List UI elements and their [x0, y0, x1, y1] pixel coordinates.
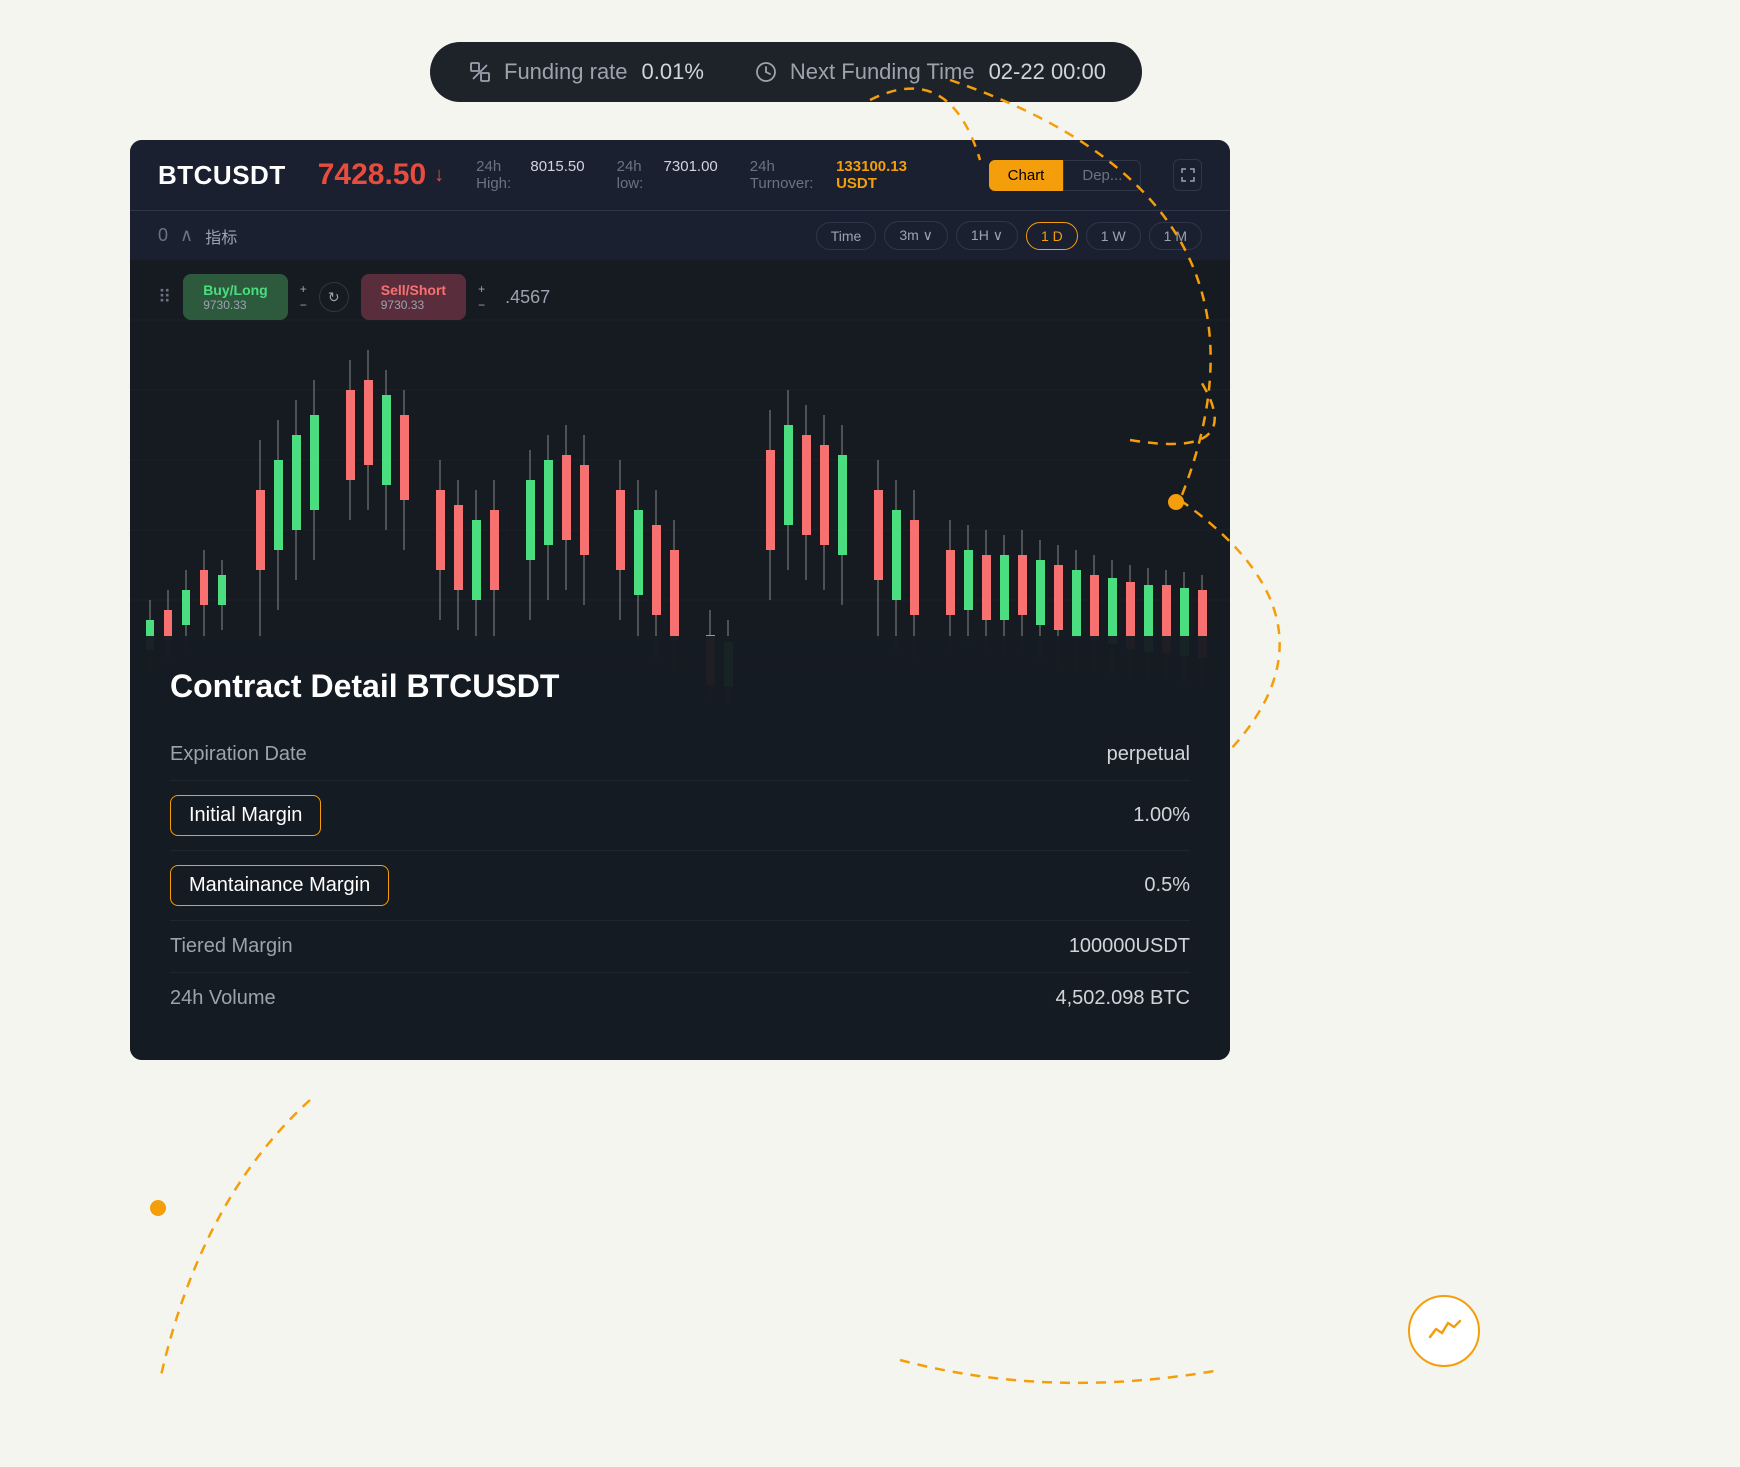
- time-btn-3m[interactable]: 3m ∨: [884, 221, 948, 250]
- panel-header: BTCUSDT 7428.50 ↓ 24h High: 8015.50 24h …: [130, 140, 1230, 210]
- sell-short-button[interactable]: Sell/Short 9730.33: [361, 274, 466, 320]
- contract-expiration-value: perpetual: [1107, 743, 1190, 766]
- order-buttons: ⠿ Buy/Long 9730.33 + − ↻ Sell/Short 9730…: [158, 274, 550, 320]
- contract-row-tiered-margin: Tiered Margin 100000USDT: [170, 921, 1190, 973]
- trading-panel: BTCUSDT 7428.50 ↓ 24h High: 8015.50 24h …: [130, 140, 1230, 1060]
- contract-maintenance-margin-value: 0.5%: [1144, 874, 1190, 897]
- buy-controls: + −: [300, 282, 307, 313]
- clock-icon: [752, 58, 780, 86]
- top-info-bar: Funding rate 0.01% Next Funding Time 02-…: [430, 42, 1142, 102]
- time-btn-1w[interactable]: 1 W: [1086, 222, 1141, 250]
- next-funding-item: Next Funding Time 02-22 00:00: [752, 58, 1106, 86]
- sell-price: 9730.33: [381, 298, 424, 312]
- contract-row-expiration: Expiration Date perpetual: [170, 729, 1190, 781]
- stat-low: 24h low: 7301.00: [617, 158, 718, 192]
- indicator-0-label: 0: [158, 225, 168, 246]
- contract-rows: Expiration Date perpetual Initial Margin…: [170, 729, 1190, 1024]
- orange-dot-2: [150, 1200, 166, 1216]
- funding-rate-item: Funding rate 0.01%: [466, 58, 704, 86]
- stat-turnover-value: 133100.13 USDT: [836, 158, 937, 192]
- indicator-bar: 0 ∧ 指标 Time 3m ∨ 1H ∨ 1 D 1 W 1 M: [130, 210, 1230, 260]
- sell-controls: + −: [478, 282, 485, 313]
- time-btn-time[interactable]: Time: [816, 222, 877, 250]
- contract-initial-margin-value: 1.00%: [1133, 804, 1190, 827]
- sell-label: Sell/Short: [381, 282, 446, 298]
- right-price: .4567: [505, 287, 550, 308]
- chart-tabs: Chart Dep...: [989, 160, 1142, 191]
- refresh-button[interactable]: ↻: [319, 282, 349, 312]
- time-btn-1m[interactable]: 1 M: [1149, 222, 1202, 250]
- stat-high: 24h High: 8015.50: [476, 158, 584, 192]
- contract-initial-margin-label: Initial Margin: [170, 795, 321, 836]
- tab-depth[interactable]: Dep...: [1063, 160, 1141, 191]
- indicator-label[interactable]: 指标: [205, 224, 237, 248]
- contract-title: Contract Detail BTCUSDT: [170, 668, 1190, 705]
- drag-dots-icon[interactable]: ⠿: [158, 287, 171, 308]
- buy-price: 9730.33: [203, 298, 246, 312]
- chart-wave-icon: [1426, 1313, 1462, 1349]
- contract-detail-panel: Contract Detail BTCUSDT Expiration Date …: [130, 636, 1230, 1060]
- funding-rate-label: Funding rate: [504, 59, 628, 85]
- time-selector: Time 3m ∨ 1H ∨ 1 D 1 W 1 M: [816, 221, 1202, 250]
- expand-button[interactable]: [1173, 159, 1202, 191]
- contract-row-volume: 24h Volume 4,502.098 BTC: [170, 973, 1190, 1024]
- stats-bar: 24h High: 8015.50 24h low: 7301.00 24h T…: [476, 158, 937, 192]
- contract-volume-label: 24h Volume: [170, 987, 276, 1010]
- price-value: 7428.50: [318, 158, 426, 192]
- contract-tiered-margin-value: 100000USDT: [1069, 935, 1190, 958]
- contract-tiered-margin-label: Tiered Margin: [170, 935, 293, 958]
- contract-maintenance-margin-label: Mantainance Margin: [170, 865, 389, 906]
- price-display: 7428.50 ↓: [318, 158, 444, 192]
- stat-turnover: 24h Turnover: 133100.13 USDT: [750, 158, 937, 192]
- next-funding-value: 02-22 00:00: [989, 59, 1106, 85]
- symbol-name: BTCUSDT: [158, 160, 286, 191]
- tab-chart[interactable]: Chart: [989, 160, 1064, 191]
- stat-high-value: 8015.50: [530, 158, 584, 192]
- price-down-arrow: ↓: [434, 164, 444, 187]
- stat-low-label: 24h low:: [617, 158, 658, 192]
- buy-long-button[interactable]: Buy/Long 9730.33: [183, 274, 288, 320]
- sell-plus[interactable]: +: [478, 282, 485, 296]
- orange-dot-1: [1168, 494, 1184, 510]
- funding-rate-value: 0.01%: [642, 59, 704, 85]
- time-btn-1h[interactable]: 1H ∨: [956, 221, 1018, 250]
- indicator-arrow[interactable]: ∧: [180, 225, 193, 246]
- stat-low-value: 7301.00: [664, 158, 718, 192]
- contract-row-maintenance-margin: Mantainance Margin 0.5%: [170, 851, 1190, 921]
- time-btn-1d[interactable]: 1 D: [1026, 222, 1078, 250]
- chart-icon-button[interactable]: [1408, 1295, 1480, 1367]
- contract-volume-value: 4,502.098 BTC: [1055, 987, 1190, 1010]
- contract-row-initial-margin: Initial Margin 1.00%: [170, 781, 1190, 851]
- contract-expiration-label: Expiration Date: [170, 743, 307, 766]
- buy-plus[interactable]: +: [300, 282, 307, 296]
- buy-label: Buy/Long: [203, 282, 268, 298]
- stat-turnover-label: 24h Turnover:: [750, 158, 830, 192]
- buy-minus[interactable]: −: [300, 298, 307, 312]
- stat-high-label: 24h High:: [476, 158, 524, 192]
- percent-icon: [466, 58, 494, 86]
- next-funding-label: Next Funding Time: [790, 59, 975, 85]
- sell-minus[interactable]: −: [478, 298, 485, 312]
